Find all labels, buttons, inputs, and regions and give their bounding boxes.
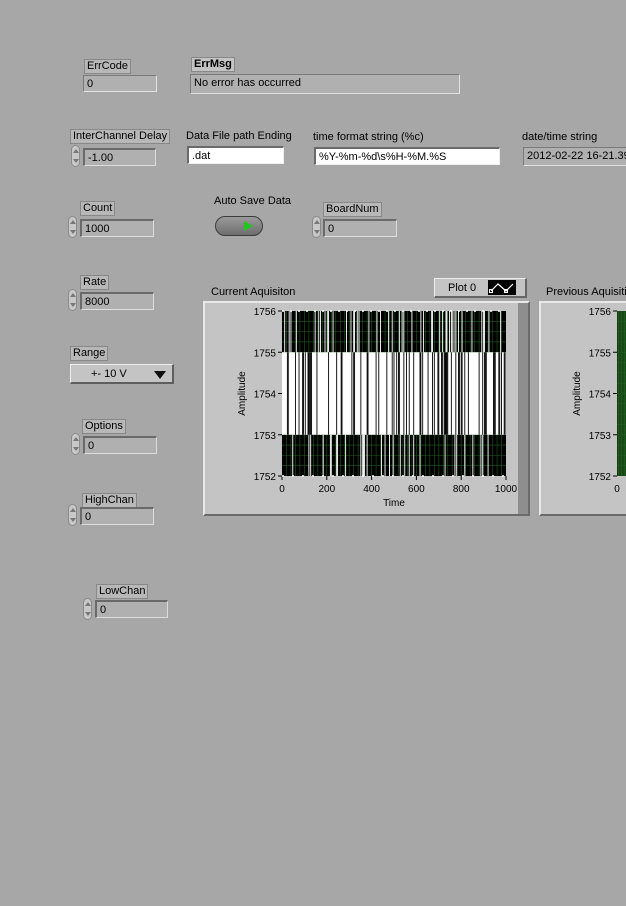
- lowchan-spinner[interactable]: [83, 598, 92, 620]
- plot-legend[interactable]: Plot 0: [434, 278, 527, 298]
- time-format-input[interactable]: %Y-%m-%d\s%H-%M.%S: [314, 147, 500, 165]
- highchan-spinner[interactable]: [68, 504, 77, 526]
- x-tick-label: 800: [453, 484, 470, 495]
- y-tick-label: 1755: [254, 348, 277, 359]
- decrement-icon[interactable]: [73, 159, 79, 163]
- options-spinner[interactable]: [71, 433, 80, 455]
- previous-graph-title: Previous Aquisition: [546, 286, 626, 298]
- lowchan-input[interactable]: 0: [95, 600, 168, 618]
- decrement-icon[interactable]: [73, 447, 79, 451]
- range-value: +- 10 V: [91, 368, 127, 380]
- errmsg-label: ErrMsg: [191, 57, 235, 72]
- increment-icon[interactable]: [73, 149, 79, 153]
- play-icon: [244, 221, 253, 231]
- previous-graph: 1756 1755 1754 1753 1752 Amplitude 0: [572, 307, 626, 495]
- increment-icon[interactable]: [70, 293, 76, 297]
- y-tick-label: 1754: [589, 390, 612, 401]
- boardnum-spinner[interactable]: [312, 216, 321, 238]
- y-tick-label: 1753: [589, 431, 612, 442]
- datetime-indicator: 2012-02-22 16-21.39: [523, 147, 626, 166]
- auto-save-label: Auto Save Data: [214, 195, 292, 207]
- errcode-indicator: 0: [83, 75, 157, 92]
- y-tick-label: 1756: [589, 307, 612, 318]
- interchannel-delay-input[interactable]: -1.00: [83, 148, 156, 166]
- range-label: Range: [70, 346, 109, 361]
- time-format-label: time format string (%c): [313, 131, 424, 143]
- y-tick-label: 1753: [254, 431, 277, 442]
- decrement-icon[interactable]: [70, 303, 76, 307]
- x-tick-label: 0: [279, 484, 285, 495]
- x-tick-label: 0: [614, 484, 620, 495]
- options-label: Options: [82, 419, 126, 434]
- y-tick-label: 1752: [589, 472, 612, 483]
- increment-icon[interactable]: [70, 508, 76, 512]
- x-axis-label: Time: [383, 498, 405, 509]
- x-tick-label: 1000: [495, 484, 518, 495]
- file-path-ending-input[interactable]: .dat: [187, 146, 284, 164]
- decrement-icon[interactable]: [70, 230, 76, 234]
- boardnum-label: BoardNum: [323, 202, 382, 217]
- rate-input[interactable]: 8000: [80, 292, 154, 310]
- current-graph: 1756 1755 1754 1753 1752 Amplitude 0 200 400 600 8…: [237, 307, 518, 509]
- y-tick-label: 1752: [254, 472, 277, 483]
- y-axis-label: Amplitude: [572, 371, 583, 416]
- lowchan-label: LowChan: [96, 584, 149, 599]
- rate-label: Rate: [80, 275, 110, 290]
- y-axis-label: Amplitude: [237, 371, 248, 416]
- decrement-icon[interactable]: [70, 518, 76, 522]
- count-input[interactable]: 1000: [80, 219, 154, 237]
- current-graph-title: Current Aquisiton: [211, 286, 296, 298]
- count-label: Count: [80, 201, 116, 216]
- boardnum-input[interactable]: 0: [323, 219, 397, 237]
- errcode-label: ErrCode: [84, 59, 131, 74]
- increment-icon[interactable]: [85, 602, 91, 606]
- highchan-label: HighChan: [82, 493, 137, 508]
- file-path-ending-label: Data File path Ending: [186, 130, 292, 142]
- auto-save-button[interactable]: [215, 216, 263, 236]
- interchannel-delay-spinner[interactable]: [71, 145, 80, 167]
- datetime-label: date/time string: [522, 131, 598, 143]
- range-select[interactable]: +- 10 V: [70, 364, 174, 384]
- count-spinner[interactable]: [68, 216, 77, 238]
- y-tick-label: 1755: [589, 348, 612, 359]
- y-tick-label: 1756: [254, 307, 277, 318]
- decrement-icon[interactable]: [314, 230, 320, 234]
- increment-icon[interactable]: [70, 220, 76, 224]
- errmsg-indicator: No error has occurred: [190, 74, 460, 94]
- interchannel-delay-label: InterChannel Delay: [70, 129, 171, 144]
- legend-plot-label: Plot 0: [448, 282, 477, 294]
- x-tick-label: 200: [318, 484, 335, 495]
- highchan-input[interactable]: 0: [80, 507, 154, 525]
- x-tick-label: 400: [363, 484, 380, 495]
- rate-spinner[interactable]: [68, 289, 77, 311]
- increment-icon[interactable]: [73, 437, 79, 441]
- increment-icon[interactable]: [314, 220, 320, 224]
- y-tick-label: 1754: [254, 390, 277, 401]
- options-input[interactable]: 0: [83, 436, 157, 454]
- chevron-down-icon[interactable]: [154, 371, 166, 379]
- decrement-icon[interactable]: [85, 612, 91, 616]
- x-tick-label: 600: [408, 484, 425, 495]
- plot-style-icon[interactable]: [488, 280, 516, 295]
